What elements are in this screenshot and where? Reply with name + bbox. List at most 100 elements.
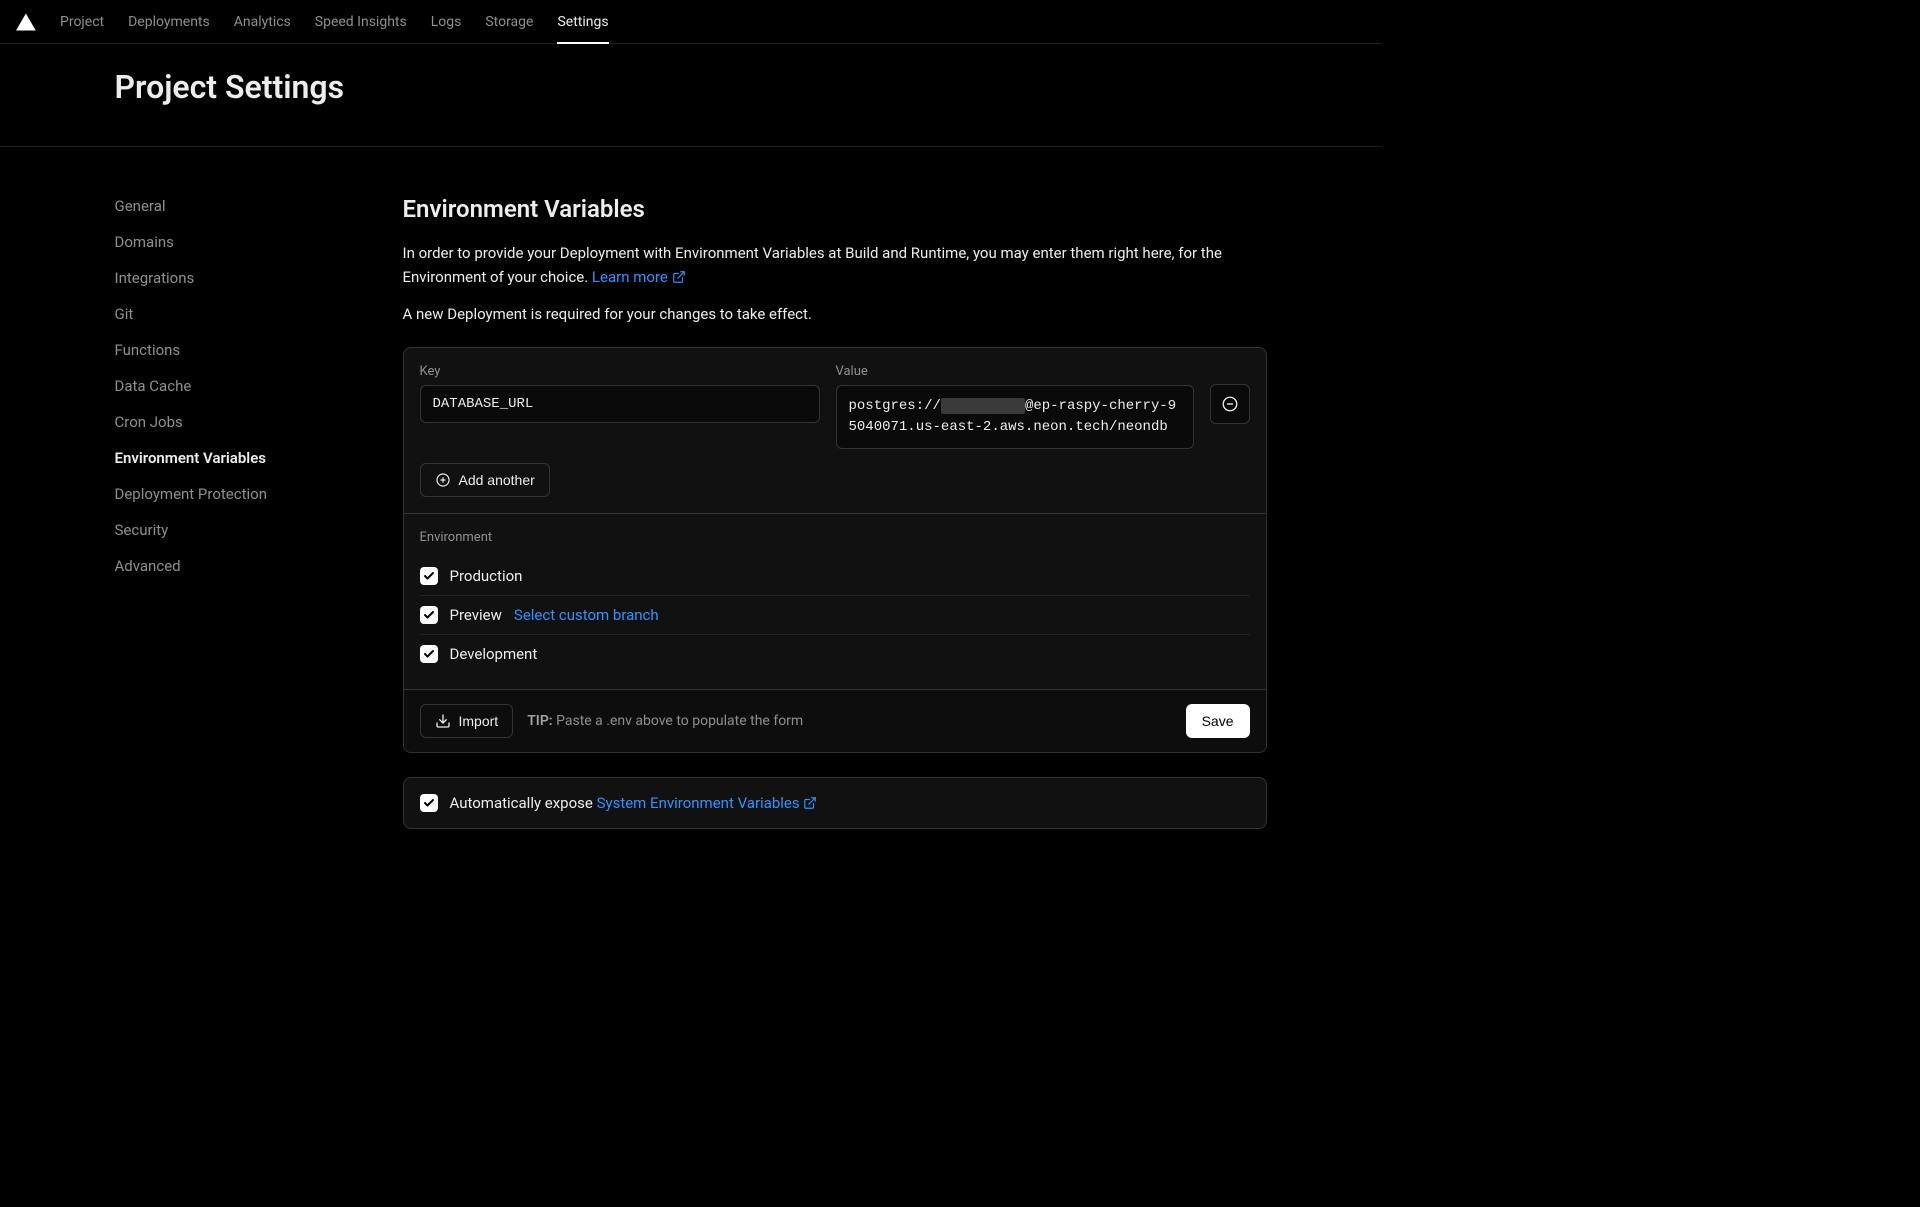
sidebar-item-label: General <box>115 197 166 215</box>
check-icon <box>423 648 435 660</box>
footer-left: Import TIP: Paste a .env above to popula… <box>420 704 804 738</box>
vercel-logo-icon <box>16 13 36 31</box>
section-title: Environment Variables <box>403 195 1267 223</box>
tab-speed-insights[interactable]: Speed Insights <box>315 0 407 43</box>
env-name: Production <box>450 567 523 585</box>
value-input[interactable]: postgres://XXXXXXXXXX@ep-raspy-cherry-95… <box>836 385 1194 449</box>
value-prefix: postgres:// <box>849 398 941 414</box>
expose-card: Automatically expose System Environment … <box>403 777 1267 829</box>
plus-circle-icon <box>435 472 451 488</box>
sidebar-item-security[interactable]: Security <box>115 519 355 541</box>
external-link-icon <box>803 796 817 810</box>
sidebar-item-label: Advanced <box>115 557 181 575</box>
tab-label: Project <box>60 14 104 30</box>
check-icon <box>423 570 435 582</box>
section-description: In order to provide your Deployment with… <box>403 241 1267 289</box>
env-name: Development <box>450 645 538 663</box>
tab-label: Settings <box>557 14 608 30</box>
sidebar-item-advanced[interactable]: Advanced <box>115 555 355 577</box>
kv-section: Key Value postgres://XXXXXXXXXX@ep-raspy… <box>404 348 1266 513</box>
tip: TIP: Paste a .env above to populate the … <box>527 713 803 729</box>
link-text: Select custom branch <box>514 606 659 624</box>
checkbox-development[interactable] <box>420 645 438 663</box>
add-another-button[interactable]: Add another <box>420 463 550 497</box>
sidebar-item-general[interactable]: General <box>115 195 355 217</box>
env-var-card: Key Value postgres://XXXXXXXXXX@ep-raspy… <box>403 347 1267 753</box>
external-link-icon <box>672 270 686 284</box>
sidebar-item-label: Cron Jobs <box>115 413 183 431</box>
download-icon <box>435 713 451 729</box>
select-custom-branch-link[interactable]: Select custom branch <box>514 606 659 624</box>
tab-label: Deployments <box>128 14 210 30</box>
link-text: System Environment Variables <box>597 794 800 812</box>
tab-analytics[interactable]: Analytics <box>234 0 291 43</box>
section-note: A new Deployment is required for your ch… <box>403 305 1267 323</box>
expose-text: Automatically expose System Environment … <box>450 794 818 812</box>
logo[interactable] <box>16 13 36 31</box>
tip-label: TIP: <box>527 713 552 729</box>
env-row-preview: Preview Select custom branch <box>420 595 1250 634</box>
settings-sidebar: General Domains Integrations Git Functio… <box>115 195 355 829</box>
sidebar-item-environment-variables[interactable]: Environment Variables <box>115 447 355 469</box>
sidebar-item-label: Environment Variables <box>115 449 266 467</box>
sidebar-item-domains[interactable]: Domains <box>115 231 355 253</box>
sidebar-item-data-cache[interactable]: Data Cache <box>115 375 355 397</box>
page-header: Project Settings <box>0 44 1381 147</box>
tab-label: Logs <box>431 14 462 30</box>
tab-label: Analytics <box>234 14 291 30</box>
top-nav: Project Deployments Analytics Speed Insi… <box>0 0 1381 44</box>
sidebar-item-label: Git <box>115 305 134 323</box>
remove-row-button[interactable] <box>1210 384 1250 424</box>
environment-label: Environment <box>420 530 1250 545</box>
key-input[interactable] <box>420 385 820 423</box>
top-nav-tabs: Project Deployments Analytics Speed Insi… <box>60 0 609 43</box>
check-icon <box>423 609 435 621</box>
tab-settings[interactable]: Settings <box>557 0 608 43</box>
value-redacted: XXXXXXXXXX <box>941 398 1025 414</box>
content: Environment Variables In order to provid… <box>403 195 1267 829</box>
value-label: Value <box>836 364 1194 379</box>
checkbox-production[interactable] <box>420 567 438 585</box>
expose-prefix: Automatically expose <box>450 794 597 812</box>
sidebar-item-git[interactable]: Git <box>115 303 355 325</box>
env-row-development: Development <box>420 634 1250 673</box>
env-row-production: Production <box>420 557 1250 595</box>
learn-more-link[interactable]: Learn more <box>592 268 686 286</box>
key-label: Key <box>420 364 820 379</box>
sidebar-item-integrations[interactable]: Integrations <box>115 267 355 289</box>
main: General Domains Integrations Git Functio… <box>91 147 1291 869</box>
checkbox-auto-expose[interactable] <box>420 794 438 812</box>
system-env-vars-link[interactable]: System Environment Variables <box>597 794 818 812</box>
sidebar-item-label: Data Cache <box>115 377 192 395</box>
save-button[interactable]: Save <box>1186 704 1250 738</box>
card-footer: Import TIP: Paste a .env above to popula… <box>404 689 1266 752</box>
sidebar-item-cron-jobs[interactable]: Cron Jobs <box>115 411 355 433</box>
env-name: Preview <box>450 606 502 624</box>
sidebar-item-label: Integrations <box>115 269 195 287</box>
minus-circle-icon <box>1221 395 1239 413</box>
tab-label: Storage <box>485 14 533 30</box>
sidebar-item-label: Security <box>115 521 169 539</box>
tab-project[interactable]: Project <box>60 0 104 43</box>
import-button[interactable]: Import <box>420 704 514 738</box>
sidebar-item-label: Domains <box>115 233 174 251</box>
environment-section: Environment Production Preview Select cu… <box>404 513 1266 689</box>
button-label: Save <box>1202 713 1234 729</box>
button-label: Import <box>459 713 499 729</box>
tab-deployments[interactable]: Deployments <box>128 0 210 43</box>
desc-text: In order to provide your Deployment with… <box>403 244 1222 286</box>
tab-logs[interactable]: Logs <box>431 0 462 43</box>
sidebar-item-functions[interactable]: Functions <box>115 339 355 361</box>
tab-storage[interactable]: Storage <box>485 0 533 43</box>
link-text: Learn more <box>592 268 668 286</box>
sidebar-item-label: Functions <box>115 341 181 359</box>
tab-label: Speed Insights <box>315 14 407 30</box>
value-column: Value postgres://XXXXXXXXXX@ep-raspy-che… <box>836 364 1194 449</box>
kv-row: Key Value postgres://XXXXXXXXXX@ep-raspy… <box>420 364 1250 449</box>
checkbox-preview[interactable] <box>420 606 438 624</box>
button-label: Add another <box>459 472 535 488</box>
sidebar-item-deployment-protection[interactable]: Deployment Protection <box>115 483 355 505</box>
key-column: Key <box>420 364 820 423</box>
page-title: Project Settings <box>115 68 1267 106</box>
tip-body: Paste a .env above to populate the form <box>556 713 803 729</box>
